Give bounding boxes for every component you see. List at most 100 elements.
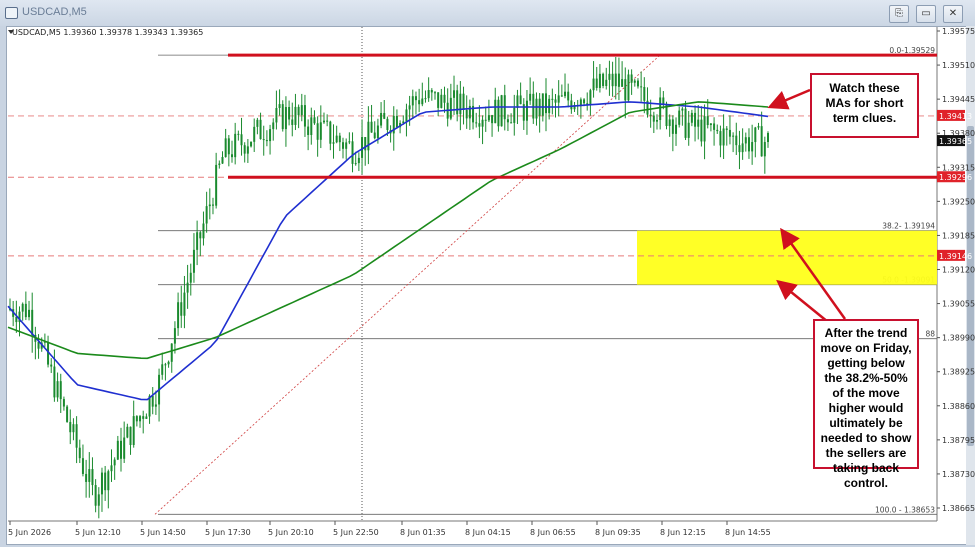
- price-tick-label: 1.39315: [942, 163, 975, 172]
- candle-body: [465, 109, 468, 119]
- candle-body: [763, 142, 766, 157]
- candle-body: [78, 447, 81, 459]
- candle-body: [310, 117, 313, 135]
- candle-body: [161, 364, 164, 375]
- candle-body: [541, 93, 544, 116]
- candle-body: [697, 119, 700, 127]
- price-tick-label: 1.38665: [942, 504, 975, 513]
- ma-note: Watch these MAs for short term clues.: [810, 73, 919, 138]
- candle-body: [94, 485, 97, 506]
- candle-body: [494, 99, 497, 124]
- candle-body: [614, 73, 617, 87]
- chart-window: USDCAD,M5 ⎘ ▭ ✕ 1.39575 1.39510 1.39445 1.3…: [0, 0, 975, 547]
- candle-body: [449, 97, 452, 119]
- candle-body: [107, 471, 110, 491]
- candle-body: [643, 86, 646, 101]
- time-tick-label: 5 Jun 2026: [8, 528, 51, 537]
- candle-body: [91, 469, 94, 486]
- candle-body: [560, 95, 563, 97]
- candle-body: [31, 309, 34, 335]
- candle-body: [132, 416, 135, 445]
- candle-body: [722, 128, 725, 146]
- candle-body: [430, 90, 433, 93]
- price-tick-label: 1.38925: [942, 368, 975, 377]
- candle-body: [516, 95, 519, 108]
- price-tick-label: 1.38730: [942, 470, 975, 479]
- candle-body: [348, 141, 351, 143]
- candle-body: [627, 74, 630, 101]
- candle-body: [120, 440, 123, 459]
- candle-body: [732, 135, 735, 137]
- candle-body: [487, 115, 490, 121]
- candle-body: [211, 204, 214, 206]
- candle-body: [605, 79, 608, 86]
- candle-body: [250, 141, 253, 147]
- candle-body: [180, 302, 183, 316]
- candle-body: [497, 99, 500, 127]
- candle-body: [690, 112, 693, 123]
- candle-body: [570, 100, 573, 110]
- price-tick-label: 1.38860: [942, 402, 975, 411]
- time-tick-label: 8 Jun 04:15: [465, 528, 511, 537]
- candle-body: [598, 73, 601, 88]
- candle-body: [208, 204, 211, 207]
- candle-body: [135, 416, 138, 422]
- candle-body: [564, 91, 567, 97]
- time-tick-label: 5 Jun 20:10: [268, 528, 314, 537]
- price-marker-label: 1.39146: [939, 252, 972, 261]
- candle-body: [725, 128, 728, 130]
- price-tick-label: 1.39055: [942, 300, 975, 309]
- candle-body: [272, 122, 275, 130]
- candle-body: [227, 138, 230, 155]
- candle-body: [173, 328, 176, 344]
- time-tick-label: 8 Jun 14:55: [725, 528, 771, 537]
- candle-body: [735, 135, 738, 146]
- candle-body: [754, 127, 757, 143]
- ma-note-text: Watch these MAs for short term clues.: [825, 81, 904, 125]
- time-tick-label: 8 Jun 01:35: [400, 528, 446, 537]
- candle-body: [183, 292, 186, 316]
- candle-body: [62, 399, 65, 407]
- candle-body: [529, 93, 532, 101]
- candle-body: [418, 100, 421, 105]
- price-marker-label: 1.39365: [939, 137, 972, 146]
- candle-body: [513, 107, 516, 123]
- candle-body: [167, 361, 170, 365]
- fib-note-text: After the trend move on Friday, getting …: [820, 326, 912, 490]
- candle-body: [275, 108, 278, 123]
- candle-body: [164, 364, 167, 366]
- candle-body: [608, 73, 611, 80]
- candle-body: [66, 406, 69, 422]
- time-tick-label: 8 Jun 09:35: [595, 528, 641, 537]
- candle-body: [694, 112, 697, 127]
- candle-body: [104, 472, 107, 491]
- candle-body: [21, 303, 24, 312]
- candle-body: [617, 73, 620, 87]
- candle-body: [544, 93, 547, 114]
- candle-body: [621, 79, 624, 87]
- candle-body: [113, 459, 116, 466]
- candle-body: [589, 90, 592, 105]
- candle-body: [709, 123, 712, 126]
- candle-body: [100, 472, 103, 495]
- symbol-info: USDCAD,M5 1.39360 1.39378 1.39343 1.3936…: [12, 28, 204, 37]
- candle-body: [655, 120, 658, 122]
- candle-body: [284, 107, 287, 130]
- time-tick-label: 5 Jun 22:50: [333, 528, 379, 537]
- candle-body: [659, 97, 662, 121]
- candle-body: [361, 137, 364, 158]
- candle-body: [510, 122, 513, 124]
- candle-body: [747, 137, 750, 152]
- candle-body: [59, 381, 62, 400]
- candle-body: [231, 154, 234, 158]
- candle-body: [532, 93, 535, 119]
- price-tick-label: 1.39120: [942, 266, 975, 275]
- candle-body: [253, 126, 256, 142]
- candle-body: [75, 424, 78, 448]
- candle-body: [728, 129, 731, 137]
- candle-body: [205, 206, 208, 224]
- candle-body: [636, 80, 639, 87]
- candle-body: [56, 381, 59, 398]
- candle-body: [240, 134, 243, 146]
- candle-body: [675, 124, 678, 134]
